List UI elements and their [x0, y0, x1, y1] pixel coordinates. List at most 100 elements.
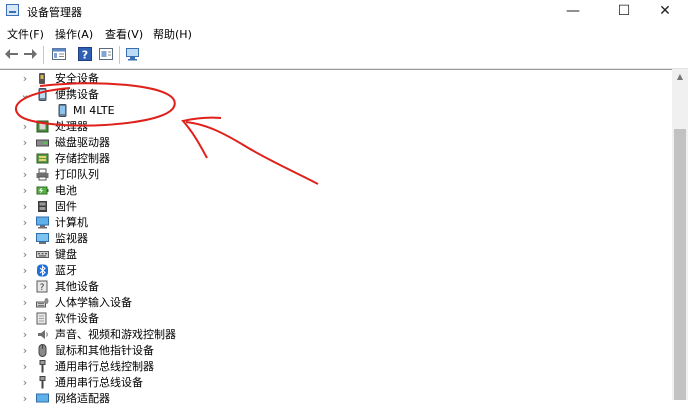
device-manager-icon: [6, 4, 19, 16]
expand-chevron-icon[interactable]: ›: [20, 344, 30, 358]
software-device-icon: [36, 312, 47, 325]
forward-arrow-icon[interactable]: [22, 46, 38, 62]
tree-item-label: 处理器: [55, 120, 88, 133]
processor-icon: [36, 120, 49, 133]
tree-item-firmware[interactable]: › 固件: [0, 199, 600, 215]
menu-bar: 文件(F) 操作(A) 查看(V) 帮助(H): [0, 22, 688, 42]
tree-item-label: 存储控制器: [55, 152, 110, 165]
menu-view[interactable]: 查看(V): [105, 26, 143, 42]
tree-item-computer[interactable]: › 计算机: [0, 215, 600, 231]
svg-text:?: ?: [82, 49, 88, 62]
properties-icon[interactable]: [51, 46, 67, 62]
tree-item-bluetooth[interactable]: › 蓝牙: [0, 263, 600, 279]
tree-item-keyboards[interactable]: › 键盘: [0, 247, 600, 263]
tree-item-label: 通用串行总线控制器: [55, 360, 154, 373]
title-bar: 设备管理器 — ☐ ✕: [0, 0, 688, 22]
scrollbar-thumb[interactable]: [674, 129, 686, 400]
tree-item-other-devices[interactable]: › ? 其他设备: [0, 279, 600, 295]
tree-item-label: 软件设备: [55, 312, 99, 325]
other-device-icon: ?: [36, 280, 48, 293]
expand-chevron-icon[interactable]: ›: [20, 120, 30, 134]
printer-icon: [36, 168, 49, 181]
tree-item-batteries[interactable]: › 电池: [0, 183, 600, 199]
vertical-scrollbar[interactable]: ▲: [672, 69, 688, 400]
expand-chevron-icon[interactable]: ›: [20, 168, 30, 182]
close-button[interactable]: ✕: [642, 0, 688, 22]
tree-item-usb-devices[interactable]: › 通用串行总线设备: [0, 375, 600, 391]
tree-item-audio[interactable]: › 声音、视频和游戏控制器: [0, 327, 600, 343]
toolbar-separator: [43, 46, 44, 64]
expand-chevron-icon[interactable]: ›: [20, 248, 30, 262]
scan-hardware-icon[interactable]: [125, 46, 141, 62]
audio-icon: [38, 330, 48, 339]
tree-item-usb-controllers[interactable]: › 通用串行总线控制器: [0, 359, 600, 375]
phone-icon: [58, 104, 67, 117]
tree-item-label: 计算机: [55, 216, 88, 229]
expand-chevron-icon[interactable]: ›: [20, 392, 30, 406]
tree-item-network-adapters[interactable]: › 网络适配器: [0, 391, 600, 407]
expand-chevron-icon[interactable]: ›: [20, 376, 30, 390]
expand-chevron-icon[interactable]: ›: [20, 232, 30, 246]
expand-chevron-icon[interactable]: ›: [20, 72, 30, 86]
expand-chevron-icon[interactable]: ›: [20, 136, 30, 150]
hid-icon: [36, 298, 49, 308]
expand-chevron-icon[interactable]: ›: [20, 216, 30, 230]
bluetooth-icon: [37, 264, 48, 277]
tree-item-mice[interactable]: › 鼠标和其他指针设备: [0, 343, 600, 359]
expand-chevron-icon[interactable]: ›: [20, 280, 30, 294]
expand-chevron-icon[interactable]: ›: [20, 360, 30, 374]
tree-item-portable-devices[interactable]: ⌄ 便携设备: [0, 87, 600, 103]
portable-device-icon: [38, 88, 47, 101]
tree-item-print-queues[interactable]: › 打印队列: [0, 167, 600, 183]
storage-controller-icon: [36, 153, 49, 164]
tree-item-label: 蓝牙: [55, 264, 77, 277]
expand-chevron-icon[interactable]: ›: [20, 328, 30, 342]
svg-text:?: ?: [40, 283, 45, 293]
firmware-icon: [38, 201, 47, 212]
minimize-button[interactable]: —: [550, 0, 596, 22]
help-icon[interactable]: ?: [77, 46, 93, 62]
tree-item-label: 鼠标和其他指针设备: [55, 344, 154, 357]
tree-item-security-devices[interactable]: › 安全设备: [0, 71, 600, 87]
window-title: 设备管理器: [27, 6, 82, 19]
scroll-up-arrow-icon[interactable]: ▲: [672, 69, 688, 85]
tree-item-label: 安全设备: [55, 72, 99, 85]
tree-item-storage-controllers[interactable]: › 存储控制器: [0, 151, 600, 167]
tree-item-monitors[interactable]: › 监视器: [0, 231, 600, 247]
expand-chevron-icon[interactable]: ›: [20, 312, 30, 326]
usb-icon: [39, 376, 46, 389]
tree-item-mi-4lte[interactable]: MI 4LTE: [0, 103, 600, 119]
toolbar-separator: [119, 46, 120, 64]
tree-item-processors[interactable]: › 处理器: [0, 119, 600, 135]
menu-help[interactable]: 帮助(H): [153, 26, 192, 42]
tree-item-label: 键盘: [55, 248, 77, 261]
expand-chevron-icon[interactable]: ›: [20, 264, 30, 278]
tree-item-label: 电池: [55, 184, 77, 197]
tree-item-label: 人体学输入设备: [55, 296, 132, 309]
expand-chevron-icon[interactable]: ›: [20, 200, 30, 214]
tree-item-label: 打印队列: [55, 168, 99, 181]
tree-item-label: 声音、视频和游戏控制器: [55, 328, 176, 341]
expand-chevron-icon[interactable]: ›: [20, 296, 30, 310]
tree-item-disk-drives[interactable]: › 磁盘驱动器: [0, 135, 600, 151]
menu-file[interactable]: 文件(F): [7, 26, 44, 42]
maximize-button[interactable]: ☐: [601, 0, 647, 22]
network-adapter-icon: [36, 393, 49, 403]
tree-item-hid[interactable]: › 人体学输入设备: [0, 295, 600, 311]
tree-item-software-devices[interactable]: › 软件设备: [0, 311, 600, 327]
collapse-chevron-icon[interactable]: ⌄: [20, 88, 30, 102]
expand-chevron-icon[interactable]: ›: [20, 184, 30, 198]
disk-drive-icon: [36, 139, 49, 147]
mouse-icon: [38, 344, 47, 357]
back-arrow-icon[interactable]: [4, 46, 20, 62]
tree-item-label: 通用串行总线设备: [55, 376, 143, 389]
expand-chevron-icon[interactable]: ›: [20, 152, 30, 166]
show-hidden-icon[interactable]: [98, 46, 114, 62]
device-tree: › 安全设备 ⌄ 便携设备 MI 4LTE › 处理器 › 磁盘驱动器 › 存储…: [0, 69, 672, 405]
battery-icon: [36, 186, 49, 195]
keyboard-icon: [36, 251, 49, 258]
tree-item-label: 监视器: [55, 232, 88, 245]
tree-item-label: 网络适配器: [55, 392, 110, 405]
menu-action[interactable]: 操作(A): [55, 26, 93, 42]
tree-item-label: 便携设备: [55, 88, 99, 101]
